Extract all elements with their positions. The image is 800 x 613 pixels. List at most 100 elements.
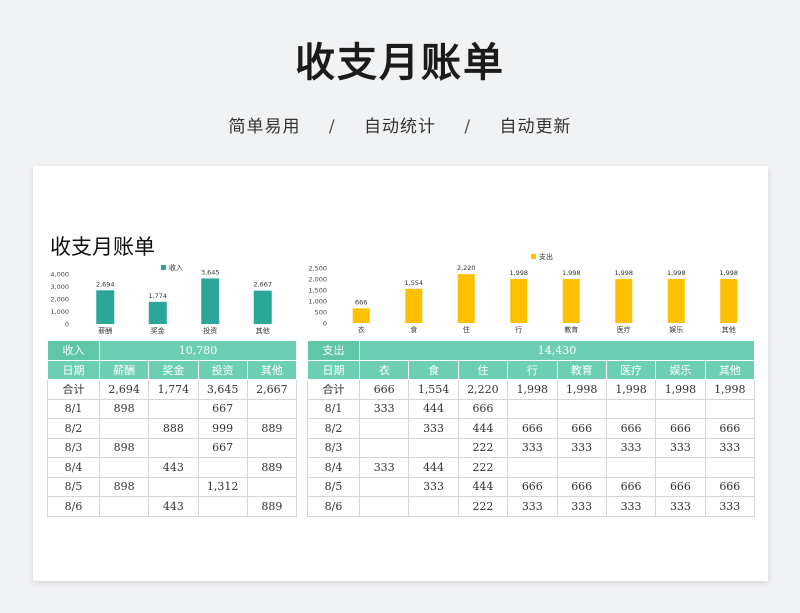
table-cell: 443	[148, 496, 199, 517]
table-cell	[98, 418, 150, 439]
column-header: 其他	[704, 359, 756, 380]
table-row: 8/3 222 333 333 333 333 333	[307, 437, 756, 458]
category-label: 食	[410, 325, 417, 334]
table-cell: 8/4	[47, 457, 100, 478]
total-row: 合计 666 1,554 2,220 1,998 1,998 1,998 1,998 1,998	[307, 379, 756, 400]
table-cell: 222	[457, 457, 509, 478]
table-cell: 666	[556, 476, 607, 497]
table-row: 8/2 888 999 889	[47, 418, 298, 439]
data-label: 1,998	[719, 269, 738, 277]
total-cell: 1,998	[507, 379, 558, 400]
table-cell	[358, 476, 410, 497]
table-cell: 898	[98, 437, 150, 458]
table-row: 8/6 222 333 333 333 333 333	[307, 496, 756, 517]
table-cell	[246, 476, 298, 497]
expense-table: 支出 14,430 日期衣食住行教育 医疗 娱乐 其他 合计 666 1,554 2,220 1,9…	[307, 340, 756, 517]
table-cell: 1,312	[197, 476, 248, 497]
bar	[562, 279, 580, 323]
table-cell	[605, 457, 657, 478]
table-cell: 666	[605, 418, 657, 439]
table-cell: 444	[408, 398, 459, 419]
subtitle: 简单易用 / 自动统计 / 自动更新	[0, 112, 800, 137]
column-header: 其他	[246, 359, 298, 380]
table-cell	[704, 398, 756, 419]
table-cell: 666	[704, 476, 756, 497]
bar	[253, 290, 272, 324]
category-label: 投资	[203, 326, 217, 335]
total-cell: 1,998	[556, 379, 607, 400]
data-label: 1,998	[667, 269, 686, 277]
total-cell: 2,694	[98, 379, 150, 400]
table-cell	[148, 476, 199, 497]
band-label: 支出	[307, 340, 360, 361]
y-tick-label: 2,500	[308, 265, 327, 273]
table-cell: 889	[246, 457, 298, 478]
table-cell: 8/2	[307, 418, 360, 439]
expense-chart: 2,500 2,000 1,500 1,000 500 0 支出 666 衣 1,554 食 2,22…	[308, 252, 738, 334]
total-cell: 2,667	[246, 379, 298, 400]
table-row: 8/4 443 889	[47, 457, 298, 478]
table-row: 8/6 443 889	[47, 496, 298, 517]
table-cell	[556, 457, 607, 478]
total-row: 合计 2,694 1,774 3,645 2,667	[47, 379, 298, 400]
table-cell: 666	[556, 418, 607, 439]
y-tick-label: 2,000	[50, 296, 69, 304]
spreadsheet-preview: 收支月账单 4,000 3,000 2,000 1,000 0 收入 2,694 薪酬 1,77…	[33, 166, 768, 581]
data-label: 1,554	[404, 279, 423, 287]
y-tick-label: 500	[315, 309, 327, 317]
column-header: 教育	[556, 359, 607, 380]
table-cell: 333	[605, 496, 657, 517]
bar	[405, 288, 423, 323]
legend-swatch	[161, 265, 166, 270]
table-row: 8/1 333 444 666	[307, 398, 756, 419]
sheet-title: 收支月账单	[50, 235, 155, 259]
table-cell: 898	[98, 476, 150, 497]
y-tick-label: 2,000	[308, 276, 327, 284]
table-cell	[358, 437, 410, 458]
category-label: 住	[463, 325, 470, 334]
table-cell: 333	[556, 437, 607, 458]
table-cell: 8/5	[307, 476, 360, 497]
total-cell: 1,774	[148, 379, 199, 400]
total-cell: 1,998	[704, 379, 756, 400]
table-cell: 222	[457, 437, 509, 458]
table-cell: 666	[655, 418, 706, 439]
subtitle-part-3: 自动更新	[499, 117, 572, 137]
table-cell	[408, 496, 459, 517]
table-cell: 222	[457, 496, 509, 517]
table-cell: 8/6	[307, 496, 360, 517]
column-header: 薪酬	[98, 359, 150, 380]
total-cell: 1,554	[408, 379, 459, 400]
total-cell: 3,645	[197, 379, 248, 400]
table-cell: 666	[655, 476, 706, 497]
bar	[148, 301, 167, 324]
bar	[352, 308, 370, 323]
category-label: 衣	[358, 325, 365, 334]
column-header: 奖金	[148, 359, 199, 380]
table-cell: 333	[507, 437, 558, 458]
table-cell: 999	[197, 418, 248, 439]
table-cell	[246, 437, 298, 458]
total-cell: 1,998	[605, 379, 657, 400]
table-cell: 333	[556, 496, 607, 517]
table-cell: 666	[457, 398, 509, 419]
total-cell: 合计	[47, 379, 100, 400]
legend-label: 支出	[539, 252, 553, 261]
page-title: 收支月账单	[295, 40, 505, 86]
income-chart: 4,000 3,000 2,000 1,000 0 收入 2,694 薪酬 1,774 奖金 3,6…	[50, 263, 272, 335]
category-label: 薪酬	[98, 326, 112, 335]
bar	[720, 279, 738, 323]
table-cell: 8/2	[47, 418, 100, 439]
table-row: 8/5 898 1,312	[47, 476, 298, 497]
table-cell	[507, 398, 558, 419]
data-label: 2,220	[457, 264, 476, 272]
table-cell	[704, 457, 756, 478]
table-cell: 333	[655, 496, 706, 517]
column-header: 娱乐	[655, 359, 706, 380]
y-tick-label: 0	[323, 320, 327, 328]
table-cell	[98, 496, 150, 517]
table-cell: 444	[408, 457, 459, 478]
table-cell	[408, 437, 459, 458]
summary-band: 支出 14,430	[307, 340, 755, 361]
table-cell	[507, 457, 558, 478]
